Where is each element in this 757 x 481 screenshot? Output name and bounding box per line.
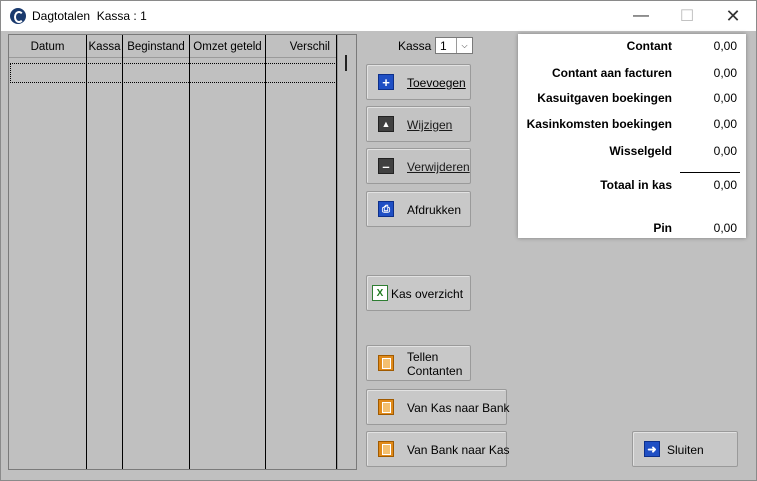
- column-header-omzet-geteld[interactable]: Omzet geteld: [190, 35, 265, 57]
- kas-naar-bank-button[interactable]: Van Kas naar Bank: [366, 389, 510, 425]
- calculator-icon: [378, 355, 394, 371]
- tellen-contanten-button[interactable]: Tellen Contanten: [366, 345, 471, 381]
- kasinkomsten-label: Kasinkomsten boekingen: [526, 117, 672, 131]
- kas-overzicht-button[interactable]: Kas overzicht: [366, 275, 471, 311]
- pin-label: Pin: [653, 221, 672, 235]
- kassa-label: Kassa: [398, 39, 432, 53]
- wisselgeld-value: 0,00: [713, 144, 737, 158]
- totaal-value: 0,00: [713, 178, 737, 192]
- sluiten-button[interactable]: ➜ Sluiten: [632, 431, 738, 467]
- bank-naar-kas-label: Van Bank naar Kas: [407, 443, 510, 457]
- column-header-datum[interactable]: Datum: [9, 35, 86, 57]
- column-header-beginstand[interactable]: Beginstand: [123, 35, 189, 57]
- selected-row[interactable]: [10, 63, 337, 83]
- excel-icon: [372, 285, 388, 301]
- header-divider: [9, 57, 337, 58]
- calculator-icon: [378, 399, 394, 415]
- pin-value: 0,00: [713, 221, 737, 235]
- kasuitgaven-value: 0,00: [713, 91, 737, 105]
- tellen-label-line2: Contanten: [407, 364, 463, 378]
- window-title: Dagtotalen Kassa : 1: [32, 9, 147, 23]
- dagtotalen-window: Dagtotalen Kassa : 1 — ☐ ✕ Datum Kassa B…: [0, 0, 757, 481]
- scrollbar-thumb[interactable]: [345, 55, 347, 71]
- kasinkomsten-value: 0,00: [713, 117, 737, 131]
- grid-header: Datum Kassa Beginstand Omzet geteld Vers…: [9, 35, 335, 57]
- app-icon: [10, 8, 26, 24]
- print-icon: ⎙: [378, 201, 394, 217]
- wijzigen-button[interactable]: ▲ Wijzigen: [366, 106, 471, 142]
- kas-naar-bank-label: Van Kas naar Bank: [407, 401, 510, 415]
- verwijderen-label: Verwijderen: [407, 160, 470, 174]
- kassa-value: 1: [440, 39, 447, 53]
- vertical-scrollbar[interactable]: [337, 35, 356, 469]
- exit-icon: ➜: [644, 441, 660, 457]
- total-divider: [680, 172, 740, 173]
- column-divider: [189, 35, 190, 469]
- column-divider: [122, 35, 123, 469]
- toevoegen-label: Toevoegen: [407, 76, 466, 90]
- verwijderen-button[interactable]: – Verwijderen: [366, 148, 471, 184]
- kas-overzicht-label: Kas overzicht: [391, 287, 464, 301]
- client-area: Datum Kassa Beginstand Omzet geteld Vers…: [1, 31, 756, 480]
- tellen-contanten-label: Tellen Contanten: [407, 350, 467, 378]
- kasuitgaven-label: Kasuitgaven boekingen: [537, 91, 672, 105]
- column-divider: [86, 35, 87, 469]
- sluiten-label: Sluiten: [667, 443, 704, 457]
- bank-naar-kas-button[interactable]: Van Bank naar Kas: [366, 431, 510, 467]
- chevron-down-icon[interactable]: ⌵: [456, 38, 472, 53]
- wijzigen-label: Wijzigen: [407, 118, 453, 132]
- summary-panel: Contant 0,00 Contant aan facturen 0,00 K…: [518, 34, 746, 238]
- contant-facturen-value: 0,00: [713, 66, 737, 80]
- title-bar: Dagtotalen Kassa : 1 — ☐ ✕: [1, 1, 756, 31]
- eject-icon: ▲: [378, 116, 394, 132]
- totaal-label: Totaal in kas: [600, 178, 672, 192]
- toevoegen-button[interactable]: + Toevoegen: [366, 64, 471, 100]
- tellen-label-line1: Tellen: [407, 350, 439, 364]
- calculator-icon: [378, 441, 394, 457]
- column-header-kassa[interactable]: Kassa: [87, 35, 122, 57]
- kassa-select[interactable]: 1 ⌵: [435, 37, 473, 54]
- plus-icon: +: [378, 74, 394, 90]
- afdrukken-label: Afdrukken: [407, 203, 462, 217]
- column-divider: [265, 35, 266, 469]
- contant-facturen-label: Contant aan facturen: [551, 66, 672, 80]
- maximize-icon[interactable]: ☐: [664, 1, 710, 31]
- minus-icon: –: [378, 158, 394, 174]
- close-icon[interactable]: ✕: [710, 1, 756, 31]
- contant-value: 0,00: [713, 39, 737, 53]
- minimize-icon[interactable]: —: [618, 1, 664, 31]
- column-header-verschil[interactable]: Verschil: [266, 35, 336, 57]
- contant-label: Contant: [626, 39, 672, 53]
- dagtotalen-grid[interactable]: Datum Kassa Beginstand Omzet geteld Vers…: [8, 34, 357, 470]
- wisselgeld-label: Wisselgeld: [609, 144, 672, 158]
- afdrukken-button[interactable]: ⎙ Afdrukken: [366, 191, 471, 227]
